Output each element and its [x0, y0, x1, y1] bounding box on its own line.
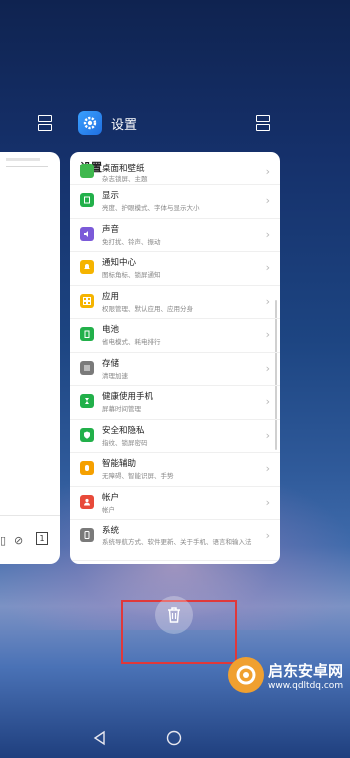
chevron-right-icon: ›	[265, 462, 270, 475]
item-title: 帐户	[102, 492, 120, 503]
chevron-right-icon: ›	[265, 294, 270, 308]
item-subtitle: 指纹、锁屏密码	[102, 438, 148, 447]
hand-icon	[80, 461, 94, 475]
storage-icon	[80, 360, 94, 375]
chevron-right-icon: ›	[265, 428, 270, 442]
left-card-footer: ▯ ⊘ 1	[0, 515, 60, 564]
item-title: 智能辅助	[102, 459, 137, 469]
left-card-badge: 1	[36, 532, 48, 545]
watermark: 启东安卓网 www.qdltdq.com	[228, 655, 343, 695]
watermark-url: www.qdltdq.com	[268, 680, 344, 691]
recent-app-card-settings[interactable]: 设置 桌面和壁纸 杂志锁屏、主题 › 显示 亮度、护眼模式、字体与显示大小 › …	[70, 152, 280, 564]
item-subtitle: 亮度、护眼模式、字体与显示大小	[102, 204, 200, 212]
list-item[interactable]: 桌面和壁纸 杂志锁屏、主题 ›	[70, 164, 280, 185]
home-icon[interactable]	[166, 730, 182, 750]
chevron-right-icon: ›	[265, 165, 270, 178]
left-card-no-icon: ⊘	[14, 534, 24, 547]
notification-icon	[80, 260, 94, 274]
item-subtitle: 图标角标、锁屏通知	[102, 271, 161, 279]
phone-icon	[80, 528, 94, 542]
list-item[interactable]: 声音 免打扰、铃声、振动 ›	[70, 219, 280, 252]
window-switch-icon[interactable]	[256, 115, 270, 131]
item-subtitle: 帐户	[102, 505, 115, 514]
item-subtitle: 清理加速	[102, 371, 128, 380]
item-title: 声音	[102, 224, 120, 235]
gear-icon	[78, 111, 102, 135]
item-title: 安全和隐私	[102, 425, 145, 436]
item-title: 电池	[102, 325, 120, 335]
item-title: 存储	[102, 358, 120, 369]
battery-icon	[80, 327, 94, 341]
item-subtitle: 省电模式、耗电排行	[102, 338, 161, 346]
list-item[interactable]: 存储 清理加速 ›	[70, 353, 280, 386]
list-item[interactable]: 智能辅助 无障碍、智能识屏、手势 ›	[70, 453, 280, 487]
list-item[interactable]: 显示 亮度、护眼模式、字体与显示大小 ›	[70, 185, 280, 219]
item-title: 通知中心	[102, 258, 137, 268]
left-card-icon: ▯	[0, 534, 7, 547]
item-title: 健康使用手机	[102, 392, 154, 402]
list-item[interactable]: 健康使用手机 屏幕时间管理 ›	[70, 386, 280, 420]
chevron-right-icon: ›	[265, 261, 270, 274]
hourglass-icon	[80, 394, 94, 408]
item-title: 显示	[102, 191, 120, 201]
apps-icon	[80, 293, 94, 308]
app-header: 设置	[78, 110, 137, 136]
back-icon[interactable]	[92, 730, 108, 750]
display-icon	[80, 193, 94, 207]
list-item[interactable]: 应用 权限管理、默认应用、应用分身 ›	[70, 286, 280, 319]
item-subtitle: 无障碍、智能识屏、手势	[102, 472, 174, 480]
item-title: 系统	[102, 526, 120, 536]
chevron-right-icon: ›	[265, 361, 270, 375]
shield-icon	[80, 427, 94, 442]
item-subtitle: 权限管理、默认应用、应用分身	[102, 304, 193, 313]
app-name: 设置	[111, 117, 138, 133]
chevron-right-icon: ›	[265, 194, 270, 207]
item-subtitle: 系统导航方式、软件更新、关于手机、语言和输入法	[102, 538, 252, 546]
chevron-right-icon: ›	[265, 529, 270, 542]
left-card-line	[6, 158, 40, 161]
list-item[interactable]: 帐户 帐户 ›	[70, 487, 280, 520]
watermark-title: 启东安卓网	[268, 661, 344, 680]
chevron-right-icon: ›	[265, 495, 270, 509]
chevron-right-icon: ›	[265, 328, 270, 341]
list-item[interactable]: 系统 系统导航方式、软件更新、关于手机、语言和输入法 ›	[70, 520, 280, 561]
watermark-logo	[228, 657, 264, 693]
item-subtitle: 杂志锁屏、主题	[102, 175, 148, 183]
wallpaper-icon	[80, 164, 94, 178]
chevron-right-icon: ›	[265, 227, 270, 241]
item-subtitle: 屏幕时间管理	[102, 405, 141, 413]
list-item[interactable]: 安全和隐私 指纹、锁屏密码 ›	[70, 420, 280, 453]
window-switch-icon[interactable]	[38, 115, 52, 131]
account-icon	[80, 494, 94, 509]
trash-icon[interactable]	[155, 596, 193, 634]
recent-app-card-left[interactable]: ▯ ⊘ 1	[0, 152, 60, 564]
settings-list: 桌面和壁纸 杂志锁屏、主题 › 显示 亮度、护眼模式、字体与显示大小 › 声音 …	[70, 164, 280, 561]
sound-icon	[80, 226, 94, 241]
list-item[interactable]: 电池 省电模式、耗电排行 ›	[70, 319, 280, 353]
item-title: 应用	[102, 291, 120, 302]
chevron-right-icon: ›	[265, 395, 270, 408]
item-subtitle: 免打扰、铃声、振动	[102, 237, 161, 246]
list-item[interactable]: 通知中心 图标角标、锁屏通知 ›	[70, 252, 280, 286]
